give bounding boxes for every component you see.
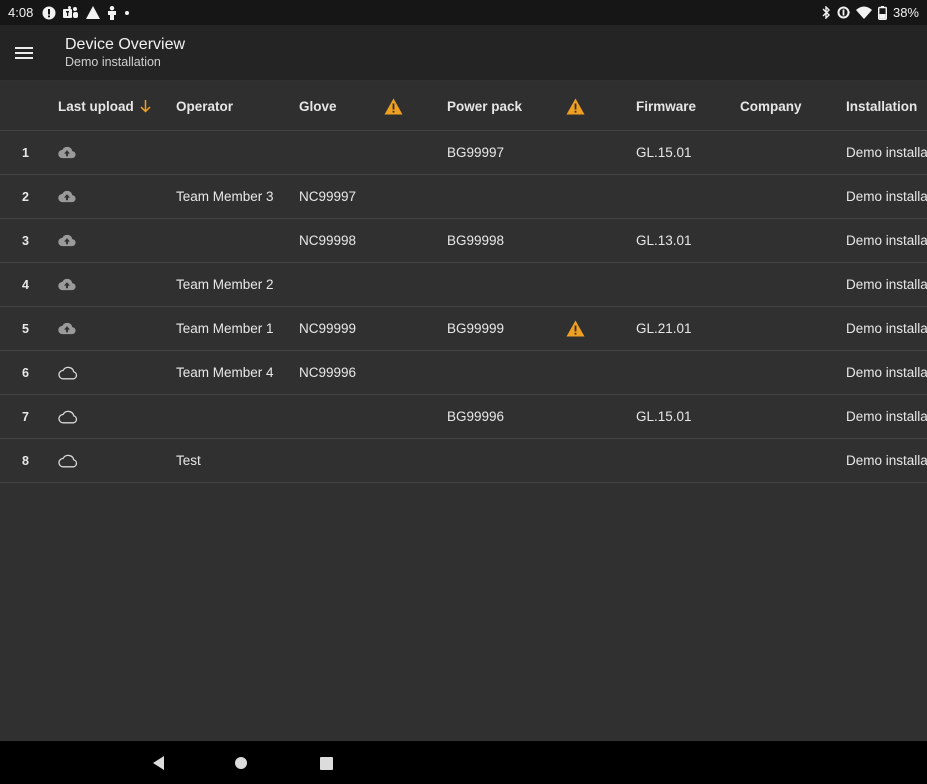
cloud-upload-icon <box>58 190 76 203</box>
status-time: 4:08 <box>8 5 34 20</box>
firmware-cell: GL.15.01 <box>636 409 692 424</box>
home-icon <box>234 756 248 770</box>
header-installation[interactable]: Installation <box>846 82 927 130</box>
glove-cell: NC99998 <box>299 233 357 248</box>
cloud-upload-icon <box>58 146 76 159</box>
device-table: Last upload Operator Glove Power pack Fi… <box>0 82 927 483</box>
arrow-down-icon <box>140 99 151 113</box>
glove-cell: NC99999 <box>299 321 357 336</box>
upload-status <box>58 395 78 438</box>
data-saver-icon <box>837 6 850 19</box>
installation-cell: Demo installat <box>846 321 927 336</box>
table-row[interactable]: 1 BG99997 GL.15.01 Demo installat <box>0 131 927 175</box>
header-last-upload[interactable]: Last upload <box>58 82 151 130</box>
row-number: 8 <box>22 453 29 468</box>
upload-status <box>58 439 78 482</box>
header-power-warning[interactable] <box>566 82 585 130</box>
operator-cell: Team Member 4 <box>176 365 274 380</box>
table-row[interactable]: 5 Team Member 1 NC99999 BG99999 GL.21.01 Demo… <box>0 307 927 351</box>
power-pack-cell: BG99998 <box>447 233 505 248</box>
app-bar: Device Overview Demo installation <box>0 25 927 80</box>
installation-cell: Demo installat <box>846 145 927 160</box>
row-number: 2 <box>22 189 29 204</box>
installation-cell: Demo installat <box>846 233 927 248</box>
table-row[interactable]: 8 Test Demo installat <box>0 439 927 483</box>
glove-cell: NC99996 <box>299 365 357 380</box>
header-company[interactable]: Company <box>740 82 802 130</box>
cloud-upload-icon <box>58 278 76 291</box>
operator-cell: Test <box>176 453 201 468</box>
header-power-pack[interactable]: Power pack <box>447 82 522 130</box>
power-warning-cell <box>566 307 585 350</box>
battery-icon <box>877 5 887 20</box>
cloud-upload-icon <box>58 322 76 335</box>
installation-cell: Demo installat <box>846 277 927 292</box>
status-bar: 4:08 38% <box>0 0 927 25</box>
warning-icon <box>86 6 101 19</box>
warning-icon <box>566 98 585 115</box>
installation-cell: Demo installat <box>846 189 927 204</box>
row-number: 1 <box>22 145 29 160</box>
back-button[interactable] <box>147 751 171 775</box>
power-pack-cell: BG99997 <box>447 145 505 160</box>
upload-status <box>58 307 76 350</box>
upload-status <box>58 351 78 394</box>
row-number: 4 <box>22 277 29 292</box>
header-glove[interactable]: Glove <box>299 82 337 130</box>
navigation-bar <box>0 741 927 784</box>
home-button[interactable] <box>229 751 253 775</box>
back-icon <box>153 756 165 770</box>
recents-icon <box>319 756 333 770</box>
menu-icon <box>15 46 33 60</box>
table-row[interactable]: 4 Team Member 2 Demo installat <box>0 263 927 307</box>
table-row[interactable]: 2 Team Member 3 NC99997 Demo installat <box>0 175 927 219</box>
upload-status <box>58 219 76 262</box>
cloud-outline-icon <box>58 410 78 424</box>
warning-icon <box>384 98 403 115</box>
page-subtitle: Demo installation <box>65 55 161 69</box>
cloud-outline-icon <box>58 454 78 468</box>
operator-cell: Team Member 1 <box>176 321 274 336</box>
header-last-upload-label: Last upload <box>58 98 134 114</box>
firmware-cell: GL.13.01 <box>636 233 692 248</box>
recents-button[interactable] <box>314 751 338 775</box>
menu-button[interactable] <box>0 29 48 77</box>
table-row[interactable]: 6 Team Member 4 NC99996 Demo installat <box>0 351 927 395</box>
warning-icon <box>566 320 585 337</box>
table-header: Last upload Operator Glove Power pack Fi… <box>0 82 927 131</box>
table-row[interactable]: 7 BG99996 GL.15.01 Demo installat <box>0 395 927 439</box>
row-number: 3 <box>22 233 29 248</box>
cloud-outline-icon <box>58 366 78 380</box>
upload-status <box>58 263 76 306</box>
battery-percent: 38% <box>892 5 919 20</box>
cloud-upload-icon <box>58 234 76 247</box>
teams-icon <box>63 5 79 20</box>
installation-cell: Demo installat <box>846 409 927 424</box>
installation-cell: Demo installat <box>846 365 927 380</box>
wifi-icon <box>855 6 872 19</box>
power-pack-cell: BG99999 <box>447 321 505 336</box>
glove-cell: NC99997 <box>299 189 357 204</box>
page-title: Device Overview <box>65 36 186 53</box>
row-number: 5 <box>22 321 29 336</box>
installation-cell: Demo installat <box>846 453 927 468</box>
firmware-cell: GL.21.01 <box>636 321 692 336</box>
power-pack-cell: BG99996 <box>447 409 505 424</box>
dot-icon <box>124 10 130 16</box>
header-firmware[interactable]: Firmware <box>636 82 696 130</box>
operator-cell: Team Member 2 <box>176 277 274 292</box>
table-row[interactable]: 3 NC99998 BG99998 GL.13.01 Demo installat <box>0 219 927 263</box>
bluetooth-icon <box>821 6 831 19</box>
circle-info-icon <box>42 6 56 20</box>
row-number: 7 <box>22 409 29 424</box>
person-icon <box>107 5 117 20</box>
header-operator[interactable]: Operator <box>176 82 233 130</box>
header-glove-warning[interactable] <box>384 82 403 130</box>
firmware-cell: GL.15.01 <box>636 145 692 160</box>
row-number: 6 <box>22 365 29 380</box>
operator-cell: Team Member 3 <box>176 189 274 204</box>
upload-status <box>58 131 76 174</box>
table-body: 1 BG99997 GL.15.01 Demo installat 2 Team Memb… <box>0 131 927 483</box>
upload-status <box>58 175 76 218</box>
